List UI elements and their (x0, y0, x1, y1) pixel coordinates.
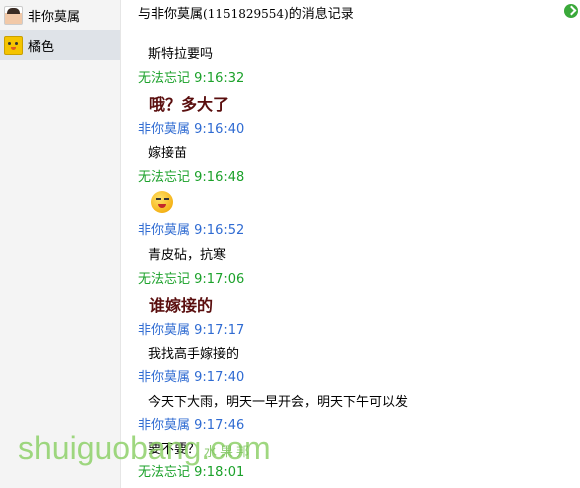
watermark-logo: 水果邦 (204, 445, 253, 460)
message-text: 今天下大雨，明天一早开会，明天下午可以发 (148, 395, 409, 410)
message-header: 无法忘记 9:17:06 (138, 272, 245, 287)
message-header: 非你莫属 9:16:40 (138, 122, 245, 137)
message-header: 非你莫属 9:17:40 (138, 370, 245, 385)
message-header: 无法忘记 9:16:32 (138, 71, 245, 86)
contact-item-feinimoshu[interactable]: 非你莫属 (0, 0, 120, 30)
message-text: 青皮砧，抗寒 (148, 248, 227, 263)
message-text: 我找高手嫁接的 (148, 347, 240, 362)
message-text: 斯特拉要吗 (148, 47, 214, 62)
message-text: 哦？多大了 (149, 95, 230, 114)
page-title: 与非你莫属(1151829554)的消息记录 (138, 7, 354, 22)
grin-emoji-icon (151, 191, 173, 213)
message-header: 非你莫属 9:17:17 (138, 323, 245, 338)
avatar (4, 35, 23, 55)
message-header: 非你莫属 9:16:52 (138, 223, 245, 238)
avatar (4, 5, 23, 25)
contact-sidebar: 非你莫属 橘色 (0, 0, 121, 488)
contact-name: 橘色 (28, 39, 55, 55)
refresh-icon[interactable] (564, 4, 578, 18)
contact-name: 非你莫属 (28, 9, 81, 25)
message-text: 嫁接苗 (148, 146, 188, 161)
message-header: 无法忘记 9:16:48 (138, 170, 245, 185)
message-text: 谁嫁接的 (149, 296, 214, 315)
contact-item-jvse[interactable]: 橘色 (0, 30, 120, 60)
